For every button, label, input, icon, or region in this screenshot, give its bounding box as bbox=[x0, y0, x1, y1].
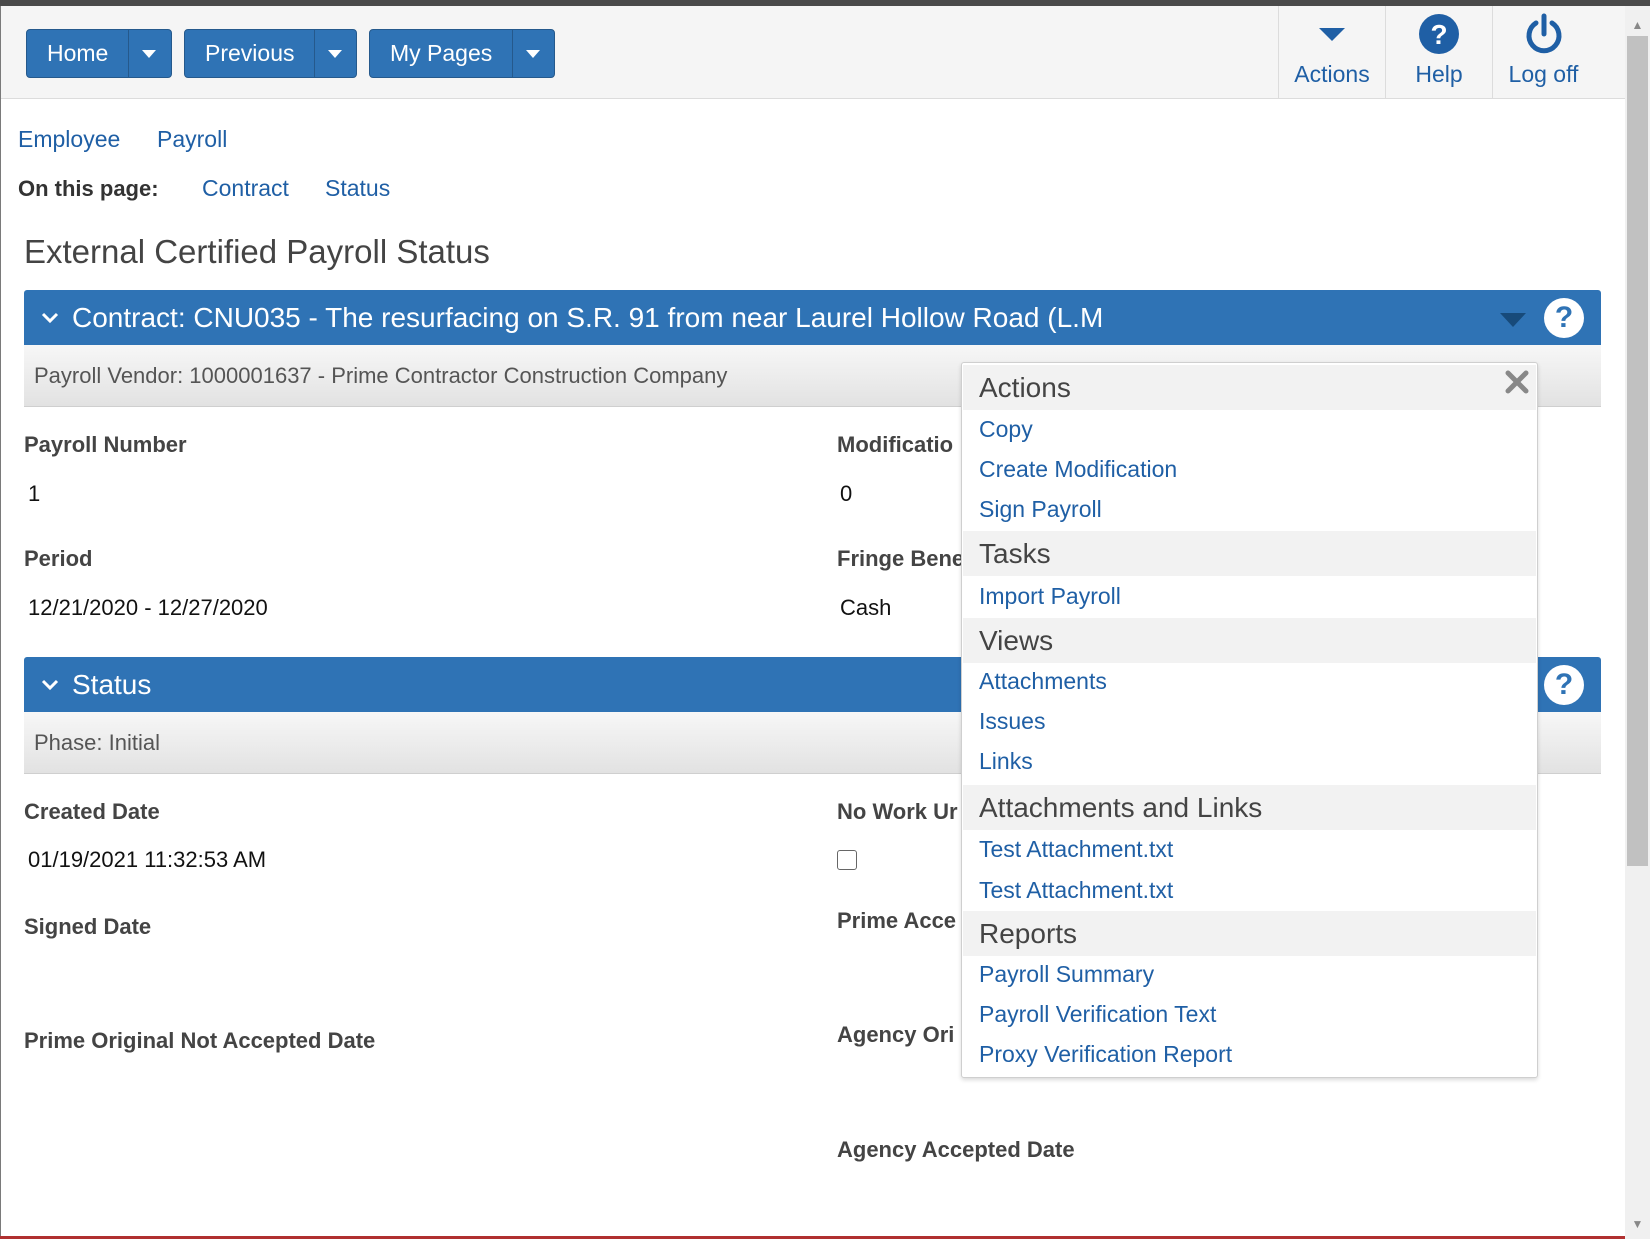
menu-item-create-modification[interactable]: Create Modification bbox=[979, 456, 1177, 483]
logoff-label: Log off bbox=[1508, 61, 1579, 87]
contract-help-icon[interactable]: ? bbox=[1544, 298, 1584, 338]
header-help-button[interactable]: ? Help bbox=[1385, 6, 1492, 99]
chevron-down-icon bbox=[141, 49, 156, 58]
agency-original-label: Agency Ori bbox=[837, 1022, 955, 1047]
actions-menu-popup: Actions Copy Create Modification Sign Pa… bbox=[961, 362, 1538, 1078]
breadcrumb-payroll[interactable]: Payroll bbox=[157, 126, 227, 153]
menu-item-issues[interactable]: Issues bbox=[979, 708, 1045, 735]
menu-group-reports-label: Reports bbox=[979, 917, 1078, 949]
period-label: Period bbox=[24, 546, 93, 571]
previous-label[interactable]: Previous bbox=[185, 30, 314, 77]
vertical-scrollbar[interactable]: ▲ ▼ bbox=[1625, 6, 1650, 1239]
modification-value: 0 bbox=[840, 481, 853, 506]
scrollbar-thumb[interactable] bbox=[1627, 36, 1648, 866]
menu-item-links[interactable]: Links bbox=[979, 748, 1033, 775]
app-header: Home Previous My Pages Actions ? Help Lo… bbox=[1, 6, 1625, 99]
payroll-number-label: Payroll Number bbox=[24, 432, 187, 457]
contract-section-title: Contract: CNU035 - The resurfacing on S.… bbox=[72, 301, 1104, 333]
menu-group-views: Views bbox=[963, 618, 1536, 663]
chevron-down-icon bbox=[525, 49, 540, 58]
svg-text:?: ? bbox=[1430, 19, 1447, 50]
my-pages-dropdown-toggle[interactable] bbox=[512, 30, 552, 77]
breadcrumb-employee[interactable]: Employee bbox=[18, 126, 120, 153]
header-actions-button[interactable]: Actions bbox=[1278, 6, 1385, 99]
status-section-title: Status bbox=[72, 668, 152, 700]
scroll-down-arrow-icon[interactable]: ▼ bbox=[1625, 1217, 1650, 1235]
menu-item-copy[interactable]: Copy bbox=[979, 416, 1033, 443]
menu-item-attachment-file[interactable]: Test Attachment.txt bbox=[979, 877, 1173, 904]
chevron-down-icon bbox=[41, 679, 59, 690]
my-pages-nav-button[interactable]: My Pages bbox=[369, 29, 555, 78]
created-date-value: 01/19/2021 11:32:53 AM bbox=[28, 847, 267, 872]
menu-item-sign-payroll[interactable]: Sign Payroll bbox=[979, 496, 1102, 523]
on-this-page-label: On this page: bbox=[18, 176, 159, 201]
no-work-label: No Work Ur bbox=[837, 799, 958, 824]
on-this-page-status-link[interactable]: Status bbox=[325, 175, 390, 202]
menu-item-payroll-summary[interactable]: Payroll Summary bbox=[979, 961, 1154, 988]
menu-group-attachments-links: Attachments and Links bbox=[963, 785, 1536, 830]
fringe-benefits-value: Cash bbox=[840, 595, 892, 620]
previous-dropdown-toggle[interactable] bbox=[314, 30, 354, 77]
created-date-label: Created Date bbox=[24, 799, 160, 824]
no-work-checkbox[interactable] bbox=[837, 850, 857, 870]
actions-label: Actions bbox=[1294, 61, 1370, 87]
menu-item-attachment-file[interactable]: Test Attachment.txt bbox=[979, 836, 1173, 863]
menu-group-attachments-links-label: Attachments and Links bbox=[979, 791, 1263, 823]
agency-accepted-date-label: Agency Accepted Date bbox=[837, 1137, 1075, 1162]
home-label[interactable]: Home bbox=[27, 30, 128, 77]
menu-group-reports: Reports bbox=[963, 911, 1536, 956]
menu-group-tasks-label: Tasks bbox=[979, 537, 1051, 569]
help-icon: ? bbox=[1418, 6, 1460, 61]
menu-item-proxy-verification-report[interactable]: Proxy Verification Report bbox=[979, 1041, 1232, 1068]
header-logoff-button[interactable]: Log off bbox=[1492, 6, 1594, 99]
modification-label: Modificatio bbox=[837, 432, 954, 457]
menu-group-actions: Actions bbox=[963, 365, 1536, 410]
contract-menu-caret-icon[interactable] bbox=[1500, 313, 1526, 327]
page-title: External Certified Payroll Status bbox=[24, 233, 490, 270]
my-pages-label[interactable]: My Pages bbox=[370, 30, 512, 77]
status-help-icon[interactable]: ? bbox=[1544, 665, 1584, 705]
fringe-benefits-label: Fringe Bene bbox=[837, 546, 965, 571]
caret-down-icon bbox=[1317, 6, 1347, 61]
menu-item-payroll-verification-text[interactable]: Payroll Verification Text bbox=[979, 1001, 1216, 1028]
payroll-number-value: 1 bbox=[28, 481, 41, 506]
chevron-down-icon bbox=[41, 312, 59, 323]
signed-date-label: Signed Date bbox=[24, 914, 152, 939]
close-icon[interactable] bbox=[1504, 369, 1530, 395]
on-this-page-contract-link[interactable]: Contract bbox=[202, 175, 289, 202]
menu-item-import-payroll[interactable]: Import Payroll bbox=[979, 583, 1121, 610]
payroll-vendor-text: Payroll Vendor: 1000001637 - Prime Contr… bbox=[34, 362, 728, 388]
menu-group-views-label: Views bbox=[979, 624, 1054, 656]
phase-text: Phase: Initial bbox=[34, 729, 160, 755]
previous-nav-button[interactable]: Previous bbox=[184, 29, 357, 78]
power-icon bbox=[1522, 6, 1566, 61]
prime-accepted-label: Prime Acce bbox=[837, 908, 957, 933]
home-nav-button[interactable]: Home bbox=[26, 29, 172, 78]
period-value: 12/21/2020 - 12/27/2020 bbox=[28, 595, 268, 620]
menu-group-actions-label: Actions bbox=[979, 371, 1071, 403]
help-label: Help bbox=[1415, 61, 1463, 87]
home-dropdown-toggle[interactable] bbox=[128, 30, 168, 77]
contract-section-header[interactable]: Contract: CNU035 - The resurfacing on S.… bbox=[24, 290, 1601, 345]
prime-original-not-accepted-label: Prime Original Not Accepted Date bbox=[24, 1028, 376, 1053]
menu-item-attachments[interactable]: Attachments bbox=[979, 668, 1107, 695]
chevron-down-icon bbox=[327, 49, 342, 58]
scroll-up-arrow-icon[interactable]: ▲ bbox=[1625, 18, 1650, 36]
menu-group-tasks: Tasks bbox=[963, 531, 1536, 576]
